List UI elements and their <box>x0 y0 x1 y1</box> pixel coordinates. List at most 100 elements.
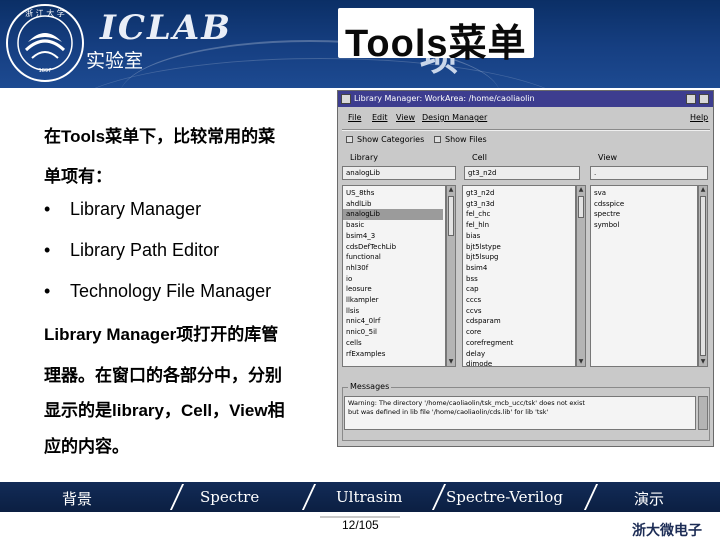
checkbox-icon <box>346 136 353 143</box>
library-manager-window: Library Manager: WorkArea: /home/caoliao… <box>337 90 714 447</box>
menu-help[interactable]: Help <box>690 113 708 122</box>
library-list-item[interactable]: functional <box>346 252 443 263</box>
maximize-icon[interactable] <box>699 94 709 104</box>
cell-list-item[interactable]: ccvs <box>466 306 513 317</box>
cell-list-item[interactable]: bjt5lstype <box>466 242 513 253</box>
menu-edit[interactable]: Edit <box>372 113 388 122</box>
cell-list-item[interactable]: corefregment <box>466 338 513 349</box>
library-list-item[interactable]: basic <box>346 220 443 231</box>
university-seal-logo: 浙 江 大 学 1897 <box>6 4 84 82</box>
menu-view[interactable]: View <box>396 113 415 122</box>
cell-list-item[interactable]: core <box>466 327 513 338</box>
show-files-label: Show Files <box>445 135 487 144</box>
library-list-item[interactable]: llkampler <box>346 295 443 306</box>
library-scrollbar[interactable]: ▲ ▼ <box>446 185 456 367</box>
menubar: File Edit View Design Manager Help <box>342 113 710 127</box>
cell-filter-field[interactable]: gt3_n2d <box>464 166 580 180</box>
view-list[interactable]: sva cdsspice spectre symbol <box>590 185 698 367</box>
show-categories-checkbox[interactable]: Show Categories <box>346 135 424 144</box>
view-scrollbar[interactable]: ▲ ▼ <box>698 185 708 367</box>
library-list-item[interactable]: cdsDefTechLib <box>346 242 443 253</box>
library-list-item[interactable]: cells <box>346 338 443 349</box>
library-list-item[interactable]: nhl30f <box>346 263 443 274</box>
message-line: but was defined in lib file '/home/caoli… <box>348 408 549 416</box>
scroll-down-icon[interactable]: ▼ <box>447 358 455 366</box>
scroll-down-icon[interactable]: ▼ <box>577 358 585 366</box>
message-line: Warning: The directory '/home/caoliaolin… <box>348 399 585 407</box>
cell-list-item[interactable]: fel_hln <box>466 220 513 231</box>
cell-list-item[interactable]: cccs <box>466 295 513 306</box>
view-list-item[interactable]: symbol <box>594 220 624 231</box>
scroll-thumb[interactable] <box>700 196 706 356</box>
university-label: 浙大微电子 <box>632 522 702 538</box>
library-list-item[interactable]: bsim4_3 <box>346 231 443 242</box>
title-overflow: 项 <box>420 58 460 88</box>
menu-design-manager[interactable]: Design Manager <box>422 113 487 122</box>
intro-line-2: 单项有： <box>44 167 112 186</box>
library-list[interactable]: US_8ths ahdlLib analogLib basic bsim4_3 cdsDe… <box>342 185 446 367</box>
cell-list-item[interactable]: gt3_n2d <box>466 188 513 199</box>
window-title: Library Manager: WorkArea: /home/caoliao… <box>354 94 535 103</box>
library-list-item[interactable]: io <box>346 274 443 285</box>
cell-scrollbar[interactable]: ▲ ▼ <box>576 185 586 367</box>
library-list-item[interactable]: nnic4_0lrf <box>346 316 443 327</box>
cell-list-item[interactable]: bsim4 <box>466 263 513 274</box>
library-items: US_8ths ahdlLib analogLib basic bsim4_3 cdsDe… <box>343 188 443 360</box>
desc-line-3: 显示的是library，Cell，View相 <box>44 401 285 420</box>
cell-list-item[interactable]: cdsparam <box>466 316 513 327</box>
library-list-item[interactable]: US_8ths <box>346 188 443 199</box>
minimize-icon[interactable] <box>686 94 696 104</box>
library-column-label: Library <box>350 153 378 162</box>
desc-line-1: Library Manager项打开的库管 <box>44 325 279 344</box>
cell-list[interactable]: gt3_n2d gt3_n3d fel_chc fel_hln bias bjt5lsty… <box>462 185 576 367</box>
nav-ultrasim[interactable]: Ultrasim <box>336 488 402 506</box>
cell-items: gt3_n2d gt3_n3d fel_chc fel_hln bias bjt5lsty… <box>466 188 513 366</box>
library-list-item[interactable]: analogLib <box>343 209 443 221</box>
messages-box[interactable]: Warning: The directory '/home/caoliaolin… <box>344 396 696 430</box>
menu-file[interactable]: File <box>348 113 361 122</box>
scroll-up-icon[interactable]: ▲ <box>699 186 707 194</box>
view-list-item[interactable]: cdsspice <box>594 199 624 210</box>
bullet-item: • Technology File Manager <box>44 281 271 302</box>
library-list-item[interactable]: llsis <box>346 306 443 317</box>
nav-demo[interactable]: 演示 <box>634 488 664 509</box>
library-list-item[interactable]: nnic0_5il <box>346 327 443 338</box>
scroll-up-icon[interactable]: ▲ <box>577 186 585 194</box>
library-list-item[interactable]: leosure <box>346 284 443 295</box>
desc-line-2: 理器。在窗口的各部分中，分别 <box>44 366 282 385</box>
cell-list-item[interactable]: bjt5lsupg <box>466 252 513 263</box>
library-list-item[interactable]: rfExamples <box>346 349 443 360</box>
cell-list-item[interactable]: bss <box>466 274 513 285</box>
nav-spectre[interactable]: Spectre <box>200 488 259 506</box>
nav-background[interactable]: 背景 <box>62 488 92 509</box>
nav-spectre-verilog[interactable]: Spectre-Verilog <box>446 488 563 506</box>
scroll-thumb[interactable] <box>448 196 454 236</box>
bullet-text: Library Path Editor <box>70 240 220 260</box>
cell-list-item[interactable]: cap <box>466 284 513 295</box>
page-number: 12/105 <box>342 518 379 532</box>
title-overflow-char: 项 <box>420 58 459 79</box>
library-list-item[interactable]: ahdlLib <box>346 199 443 210</box>
checkbox-icon <box>434 136 441 143</box>
bullet-text: Technology File Manager <box>70 281 272 301</box>
cell-list-item[interactable]: gt3_n3d <box>466 199 513 210</box>
cell-list-item[interactable]: dimode <box>466 359 513 366</box>
brand-subtitle: 实验室 <box>86 51 144 72</box>
window-titlebar[interactable]: Library Manager: WorkArea: /home/caoliao… <box>338 91 713 107</box>
svg-text:浙 江 大 学: 浙 江 大 学 <box>25 8 65 18</box>
cell-list-item[interactable]: bias <box>466 231 513 242</box>
view-list-item[interactable]: sva <box>594 188 624 199</box>
cell-list-item[interactable]: delay <box>466 349 513 360</box>
show-categories-label: Show Categories <box>357 135 425 144</box>
window-menu-icon[interactable] <box>341 94 351 104</box>
library-filter-field[interactable]: analogLib <box>342 166 456 180</box>
show-files-checkbox[interactable]: Show Files <box>434 135 487 144</box>
cell-list-item[interactable]: fel_chc <box>466 209 513 220</box>
view-list-item[interactable]: spectre <box>594 209 624 220</box>
scroll-up-icon[interactable]: ▲ <box>447 186 455 194</box>
messages-scrollbar[interactable] <box>698 396 708 430</box>
scroll-down-icon[interactable]: ▼ <box>699 358 707 366</box>
view-filter-field[interactable]: . <box>590 166 708 180</box>
scroll-thumb[interactable] <box>578 196 584 218</box>
bullet-dot: • <box>44 281 51 301</box>
